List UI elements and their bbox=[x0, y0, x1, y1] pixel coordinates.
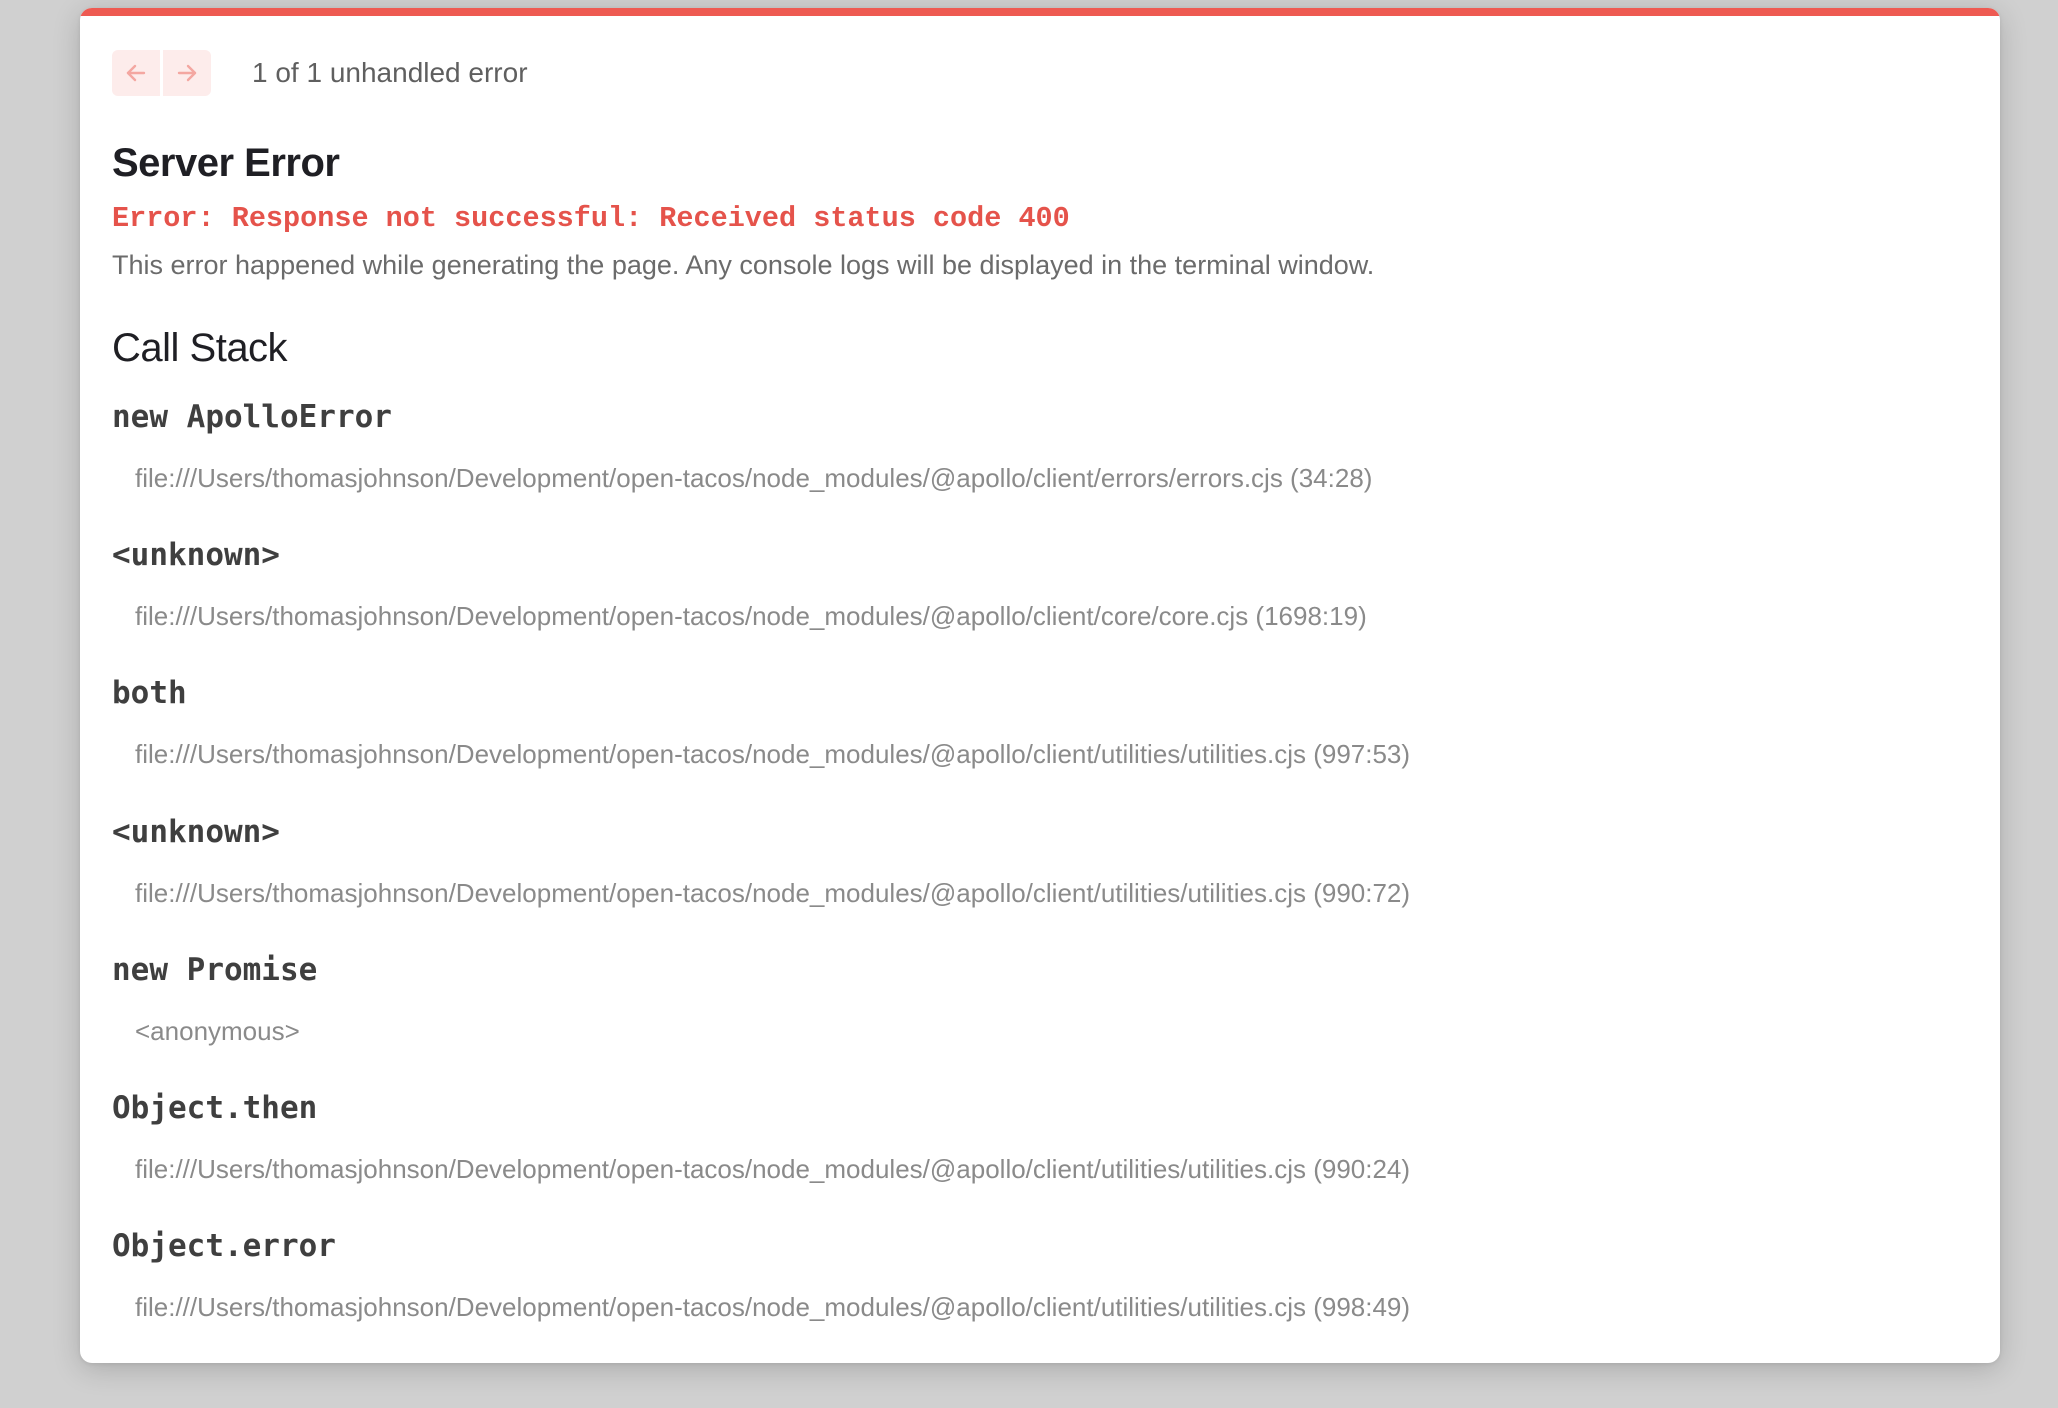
stack-frame-location[interactable]: file:///Users/thomasjohnson/Development/… bbox=[135, 601, 1367, 632]
stack-frame-location[interactable]: file:///Users/thomasjohnson/Development/… bbox=[135, 463, 1372, 494]
stack-frame-location[interactable]: file:///Users/thomasjohnson/Development/… bbox=[135, 1292, 1410, 1323]
error-pagination: 1 of 1 unhandled error bbox=[112, 50, 528, 96]
stack-frame-location[interactable]: file:///Users/thomasjohnson/Development/… bbox=[135, 878, 1410, 909]
stack-frame-location[interactable]: file:///Users/thomasjohnson/Development/… bbox=[135, 739, 1410, 770]
stack-frame-function: Object.error bbox=[112, 1228, 336, 1264]
stack-frame-function: Object.then bbox=[112, 1090, 318, 1126]
error-count-label: 1 of 1 unhandled error bbox=[252, 57, 528, 88]
error-description: This error happened while generating the… bbox=[112, 250, 1375, 280]
stack-frame-function: <unknown> bbox=[112, 814, 280, 850]
error-accent-bar bbox=[80, 8, 2000, 16]
error-message: Error: Response not successful: Received… bbox=[112, 202, 1070, 235]
error-pagination-buttons bbox=[112, 50, 211, 96]
stack-frame-location[interactable]: file:///Users/thomasjohnson/Development/… bbox=[135, 1154, 1410, 1185]
arrow-right-icon bbox=[175, 61, 199, 85]
error-overlay-dialog: 1 of 1 unhandled error Server Error Erro… bbox=[80, 8, 2000, 1363]
call-stack-title: Call Stack bbox=[112, 326, 288, 370]
stack-frame-function: new Promise bbox=[112, 952, 318, 988]
stack-frame-function: new ApolloError bbox=[112, 399, 392, 435]
stack-frame-location: <anonymous> bbox=[135, 1016, 300, 1046]
error-title: Server Error bbox=[112, 141, 340, 185]
stack-frame-function: <unknown> bbox=[112, 537, 280, 573]
arrow-left-icon bbox=[124, 61, 148, 85]
next-error-button[interactable] bbox=[160, 50, 211, 96]
previous-error-button[interactable] bbox=[112, 50, 160, 96]
stack-frame-function: both bbox=[112, 675, 187, 711]
